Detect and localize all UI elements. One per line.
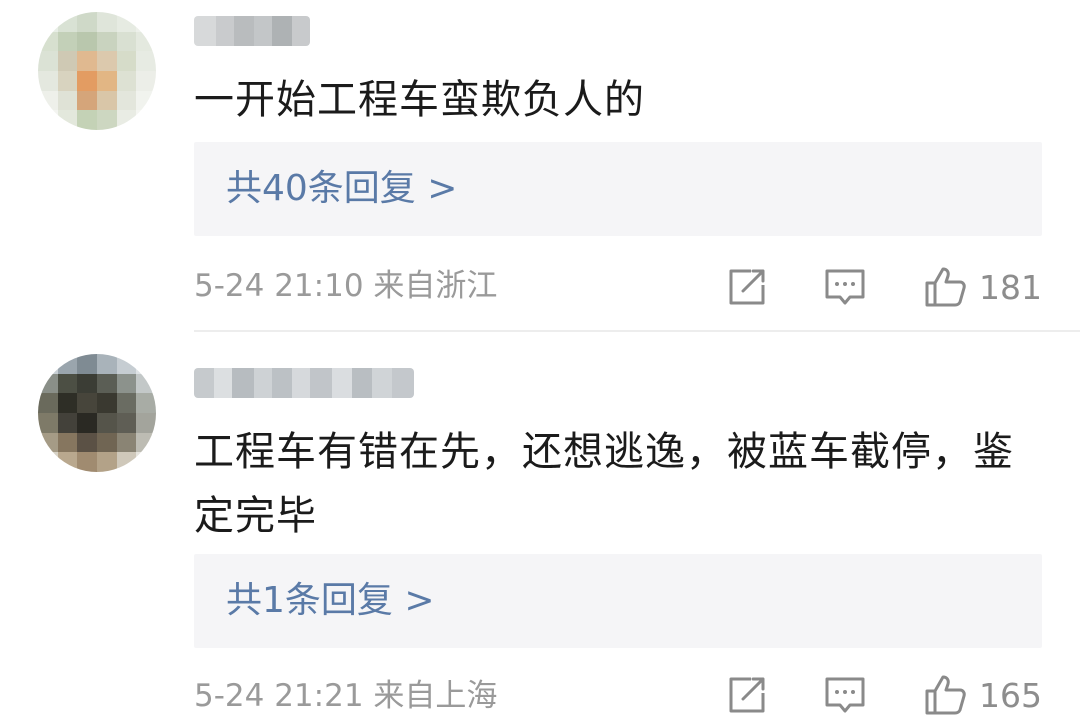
avatar[interactable] xyxy=(38,12,156,130)
thumbs-up-icon xyxy=(925,675,966,715)
thumbs-up-icon xyxy=(925,267,966,307)
comment-actions: 181 xyxy=(725,262,1042,312)
comment-text: 一开始工程车蛮欺负人的 xyxy=(194,77,645,123)
comment-icon[interactable] xyxy=(823,265,867,309)
like-count: 181 xyxy=(979,267,1042,307)
like-button[interactable]: 165 xyxy=(923,673,1042,717)
comment-divider xyxy=(194,330,1080,332)
view-replies-button[interactable]: 共1条回复 > xyxy=(194,554,1042,648)
share-icon[interactable] xyxy=(725,673,769,717)
view-replies-label: 共40条回复 > xyxy=(226,168,458,209)
view-replies-button[interactable]: 共40条回复 > xyxy=(194,142,1042,236)
like-button[interactable]: 181 xyxy=(923,265,1042,309)
comment-list: 一开始工程车蛮欺负人的 共40条回复 > 5-24 21:10 来自浙江 181… xyxy=(0,0,1080,720)
comment-icon[interactable] xyxy=(823,673,867,717)
username-blurred[interactable] xyxy=(194,368,414,398)
comment-actions: 165 xyxy=(725,670,1042,720)
like-count: 165 xyxy=(979,675,1042,715)
comment-meta: 5-24 21:10 来自浙江 xyxy=(194,268,498,304)
view-replies-label: 共1条回复 > xyxy=(226,580,435,621)
comment-meta: 5-24 21:21 来自上海 xyxy=(194,678,498,714)
comment-text: 工程车有错在先，还想逃逸，被蓝车截停，鉴定完毕 xyxy=(194,429,1014,539)
username-blurred[interactable] xyxy=(194,16,310,46)
avatar[interactable] xyxy=(38,354,156,472)
share-icon[interactable] xyxy=(725,265,769,309)
